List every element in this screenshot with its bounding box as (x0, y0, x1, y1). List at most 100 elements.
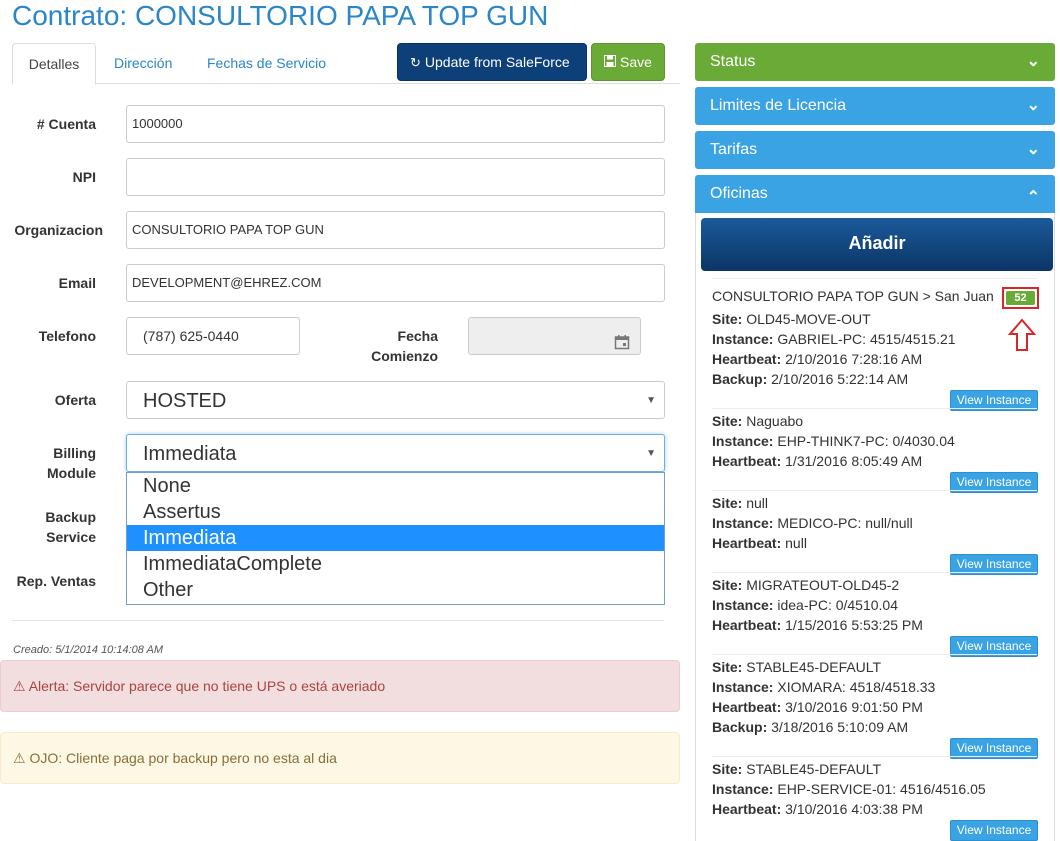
panel-oficinas-header[interactable]: Oficinas ⌃ (695, 175, 1055, 213)
update-from-salesforce-button[interactable]: ↻ Update from SaleForce (397, 43, 587, 81)
user-count-badge: 52 (1002, 287, 1039, 309)
heartbeat-line: Heartbeat: 3/10/2016 9:01:50 PM (712, 697, 923, 717)
tab-detalles[interactable]: Detalles (12, 43, 96, 85)
site-line: Site: null (712, 493, 768, 513)
backup-service-label-line2: Service (46, 529, 96, 545)
billing-module-label-line2: Module (47, 465, 96, 481)
heartbeat-line: Heartbeat: 3/10/2016 4:03:38 PM (712, 799, 923, 819)
divider (712, 490, 1037, 491)
view-instance-button[interactable]: View Instance (950, 820, 1038, 841)
site-value: Naguabo (746, 413, 804, 429)
heartbeat-label: Heartbeat: (712, 351, 782, 367)
instance-line: Instance: EHP-SERVICE-01: 4516/4516.05 (712, 779, 986, 799)
page-title: Contrato: CONSULTORIO PAPA TOP GUN (12, 0, 549, 31)
warning-icon: ⚠ (13, 750, 26, 766)
oferta-select[interactable]: HOSTED ▼ (126, 381, 665, 419)
instance-line: Instance: EHP-THINK7-PC: 0/4030.04 (712, 431, 955, 451)
heartbeat-label: Heartbeat: (712, 617, 782, 633)
panel-tarifas-header[interactable]: Tarifas ⌄ (695, 131, 1055, 169)
alert-danger: ⚠ Alerta: Servidor parece que no tiene U… (0, 660, 680, 712)
site-value: MIGRATEOUT-OLD45-2 (746, 577, 900, 593)
save-button[interactable]: Save (591, 43, 665, 81)
heartbeat-label: Heartbeat: (712, 535, 782, 551)
site-line: Site: STABLE45-DEFAULT (712, 657, 881, 677)
billing-module-label: Billing Module (6, 443, 96, 483)
add-office-button[interactable]: Añadir (701, 218, 1053, 271)
site-label: Site: (712, 659, 743, 675)
divider (712, 654, 1037, 655)
oferta-label: Oferta (54, 392, 96, 408)
option-immediatacomplete[interactable]: ImmediataComplete (127, 551, 664, 577)
refresh-icon: ↻ (410, 55, 421, 70)
panel-limites-header[interactable]: Limites de Licencia ⌄ (695, 87, 1055, 125)
npi-input[interactable] (126, 158, 665, 196)
instance-line: Instance: idea-PC: 0/4510.04 (712, 595, 898, 615)
cuenta-label: # Cuenta (36, 116, 96, 132)
billing-module-value: Immediata (143, 443, 237, 465)
instance-label: Instance: (712, 433, 774, 449)
organizacion-label: Organizacion (14, 222, 103, 238)
instance-line: Instance: GABRIEL-PC: 4515/4515.21 (712, 329, 956, 349)
site-label: Site: (712, 761, 743, 777)
divider (12, 620, 664, 621)
backup-service-label: Backup Service (6, 507, 96, 547)
billing-module-options: None Assertus Immediata ImmediataComplet… (126, 472, 665, 605)
heartbeat-line: Heartbeat: 1/31/2016 8:05:49 AM (712, 451, 922, 471)
alert-danger-text: Alerta: Servidor parece que no tiene UPS… (28, 678, 386, 694)
backup-label: Backup: (712, 371, 768, 387)
instance-value: idea-PC: 0/4510.04 (777, 597, 898, 613)
oferta-value: HOSTED (143, 390, 227, 412)
site-label: Site: (712, 413, 743, 429)
cuenta-input[interactable]: 1000000 (126, 105, 665, 143)
fecha-comienzo-input[interactable] (468, 317, 641, 355)
option-other[interactable]: Other (127, 577, 664, 603)
chevron-down-icon: ⌄ (1026, 97, 1040, 114)
warning-icon: ⚠ (13, 678, 26, 694)
heartbeat-value: 3/10/2016 4:03:38 PM (785, 801, 923, 817)
update-from-salesforce-label: Update from SaleForce (424, 54, 570, 70)
instance-label: Instance: (712, 515, 774, 531)
heartbeat-value: 1/31/2016 8:05:49 AM (785, 453, 923, 469)
site-line: Site: STABLE45-DEFAULT (712, 759, 881, 779)
tab-fechas-servicio[interactable]: Fechas de Servicio (193, 43, 340, 84)
option-immediata[interactable]: Immediata (127, 525, 664, 551)
npi-label: NPI (72, 169, 96, 185)
heartbeat-label: Heartbeat: (712, 801, 782, 817)
instance-value: EHP-SERVICE-01: 4516/4516.05 (777, 781, 986, 797)
site-value: null (746, 495, 769, 511)
backup-line: Backup: 2/10/2016 5:22:14 AM (712, 369, 908, 389)
tab-direccion[interactable]: Dirección (100, 43, 186, 84)
option-assertus[interactable]: Assertus (127, 499, 664, 525)
site-value: STABLE45-DEFAULT (746, 761, 882, 777)
panel-limites-title: Limites de Licencia (710, 97, 847, 114)
heartbeat-value: 1/15/2016 5:53:25 PM (785, 617, 923, 633)
heartbeat-line: Heartbeat: 2/10/2016 7:28:16 AM (712, 349, 922, 369)
option-none[interactable]: None (127, 473, 664, 499)
billing-module-select[interactable]: Immediata ▼ (126, 434, 665, 472)
site-value: STABLE45-DEFAULT (746, 659, 882, 675)
site-label: Site: (712, 577, 743, 593)
divider (712, 572, 1037, 573)
fecha-comienzo-label-line1: Fecha (397, 328, 438, 344)
heartbeat-label: Heartbeat: (712, 699, 782, 715)
heartbeat-value: 2/10/2016 7:28:16 AM (785, 351, 923, 367)
telefono-input[interactable]: (787) 625-0440 (126, 317, 300, 355)
heartbeat-line: Heartbeat: 1/15/2016 5:53:25 PM (712, 615, 923, 635)
panel-status-header[interactable]: Status ⌄ (695, 43, 1055, 81)
calendar-icon[interactable] (614, 328, 630, 350)
divider (712, 278, 1037, 279)
alert-warning-text: OJO: Cliente paga por backup pero no est… (29, 750, 337, 766)
site-label: Site: (712, 495, 743, 511)
instance-line: Instance: MEDICO-PC: null/null (712, 513, 913, 533)
instance-value: GABRIEL-PC: 4515/4515.21 (777, 331, 956, 347)
chevron-down-icon: ⌄ (1026, 141, 1040, 158)
email-input[interactable]: DEVELOPMENT@EHREZ.COM (126, 264, 665, 302)
heartbeat-line: Heartbeat: null (712, 533, 807, 553)
panel-status-title: Status (710, 53, 756, 70)
chevron-down-icon: ▼ (646, 448, 656, 459)
organizacion-input[interactable]: CONSULTORIO PAPA TOP GUN (126, 211, 665, 249)
site-line: Site: Naguabo (712, 411, 803, 431)
email-label: Email (58, 275, 96, 291)
instance-label: Instance: (712, 331, 774, 347)
panel-tarifas-title: Tarifas (710, 141, 758, 158)
